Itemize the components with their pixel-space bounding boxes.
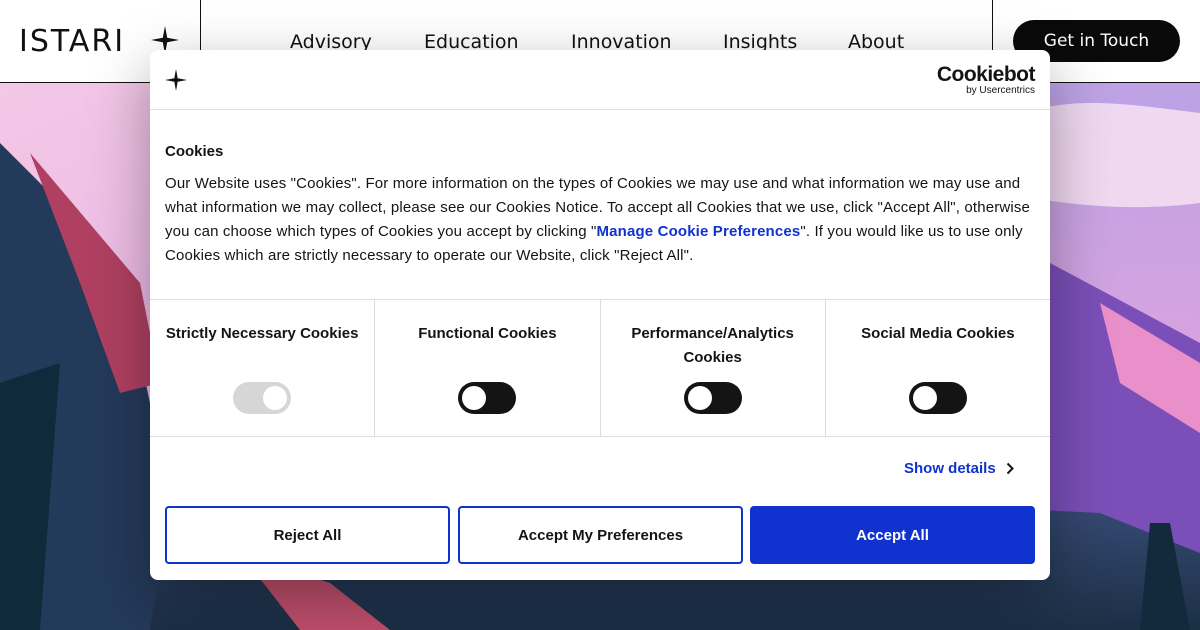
- toggle-knob: [912, 386, 937, 410]
- category-label: Functional Cookies: [418, 325, 557, 342]
- show-details-label: Show details: [904, 460, 996, 477]
- dialog-title: Cookies: [165, 143, 224, 160]
- dialog-header: Cookiebot by Usercentrics: [150, 50, 1050, 110]
- category-label: Strictly Necessary Cookies: [165, 325, 359, 342]
- toggle-knob: [687, 386, 712, 410]
- site-logo[interactable]: ISTARI: [19, 24, 125, 59]
- manage-preferences-link[interactable]: Manage Cookie Preferences: [597, 223, 801, 240]
- category-social-media: Social Media Cookies: [826, 300, 1050, 436]
- chevron-right-icon: [1006, 462, 1014, 475]
- show-details-link[interactable]: Show details: [904, 460, 1014, 477]
- social-media-toggle[interactable]: [908, 382, 967, 414]
- cookie-categories: Strictly Necessary Cookies Functional Co…: [150, 299, 1050, 437]
- cookie-consent-dialog: Cookiebot by Usercentrics Cookies Our We…: [150, 50, 1050, 580]
- category-label: Performance/Analytics Cookies: [631, 325, 794, 366]
- toggle-knob: [462, 386, 487, 410]
- category-strictly-necessary: Strictly Necessary Cookies: [150, 300, 376, 436]
- cookiebot-name: Cookiebot: [936, 63, 1036, 86]
- cookiebot-byline: by Usercentrics: [966, 85, 1035, 96]
- reject-all-button[interactable]: Reject All: [165, 506, 450, 564]
- category-label: Social Media Cookies: [861, 325, 1015, 342]
- accept-preferences-button[interactable]: Accept My Preferences: [458, 506, 743, 564]
- dialog-description: Our Website uses "Cookies". For more inf…: [165, 172, 1040, 268]
- functional-toggle[interactable]: [458, 382, 517, 414]
- toggle-knob: [263, 386, 288, 410]
- category-performance-analytics: Performance/Analytics Cookies: [601, 300, 826, 436]
- category-functional: Functional Cookies: [375, 300, 601, 436]
- performance-analytics-toggle[interactable]: [683, 382, 742, 414]
- cookiebot-logo[interactable]: Cookiebot by Usercentrics: [936, 63, 1036, 96]
- star-logo-icon: [165, 69, 187, 91]
- strictly-necessary-toggle: [233, 382, 292, 414]
- accept-all-button[interactable]: Accept All: [750, 506, 1035, 564]
